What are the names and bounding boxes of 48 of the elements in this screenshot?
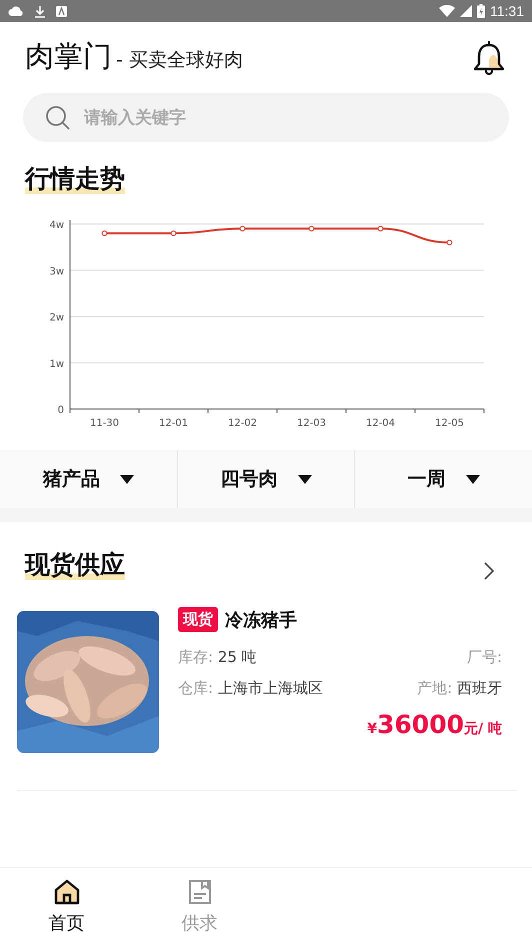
signal-icon bbox=[460, 5, 472, 17]
x-tick-label: 12-04 bbox=[366, 418, 396, 426]
clock: 11:31 bbox=[490, 3, 524, 19]
search-icon bbox=[45, 105, 71, 131]
warehouse-info: 仓库: 上海市上海城区 bbox=[178, 679, 323, 698]
document-icon bbox=[188, 879, 212, 905]
filter-dropdown[interactable]: 猪产品 bbox=[0, 450, 178, 508]
caret-icon bbox=[120, 474, 134, 484]
filter-dropdown[interactable]: 四号肉 bbox=[178, 450, 356, 508]
data-point bbox=[446, 240, 452, 246]
app-slogan: - 买卖全球好肉 bbox=[116, 48, 243, 73]
x-tick-label: 12-02 bbox=[228, 418, 258, 426]
x-tick-label: 12-01 bbox=[158, 418, 188, 426]
caret-icon bbox=[298, 474, 312, 484]
data-point bbox=[170, 230, 176, 236]
x-tick-label: 11-30 bbox=[90, 418, 120, 426]
caret-icon bbox=[466, 474, 480, 484]
y-tick-label: 1w bbox=[49, 358, 64, 370]
y-tick-label: 2w bbox=[49, 312, 64, 324]
data-point bbox=[102, 230, 108, 236]
battery-icon bbox=[477, 4, 485, 18]
cloud-icon bbox=[8, 5, 24, 17]
notification-bell-icon[interactable] bbox=[472, 40, 506, 78]
section-title: 行情走势 bbox=[25, 164, 125, 194]
stock-tag: 现货 bbox=[178, 607, 218, 632]
factory-number-label: 厂号: bbox=[466, 648, 502, 667]
filter-dropdown[interactable]: 一周 bbox=[355, 450, 532, 508]
x-tick-label: 12-03 bbox=[296, 418, 326, 426]
x-tick-label: 12-05 bbox=[434, 418, 464, 426]
y-tick-label: 0 bbox=[58, 405, 64, 416]
product-name: 冷冻猪手 bbox=[225, 608, 297, 632]
wifi-icon bbox=[439, 5, 455, 17]
data-point bbox=[378, 226, 384, 232]
chevron-right-icon[interactable] bbox=[484, 562, 494, 580]
home-icon bbox=[52, 879, 80, 905]
nav-tab[interactable]: 首页 bbox=[0, 868, 133, 946]
price: ¥36000元/ 吨 bbox=[366, 710, 502, 739]
download-icon bbox=[34, 4, 46, 18]
app-icon bbox=[56, 6, 67, 16]
section-title: 现货供应 bbox=[25, 550, 125, 580]
app-title: 肉掌门 bbox=[25, 38, 112, 75]
y-tick-label: 4w bbox=[49, 220, 64, 231]
y-tick-label: 3w bbox=[49, 266, 64, 278]
stock-info: 库存: 25 吨 bbox=[178, 648, 257, 667]
search-field[interactable]: 请输入关键字 bbox=[23, 93, 509, 142]
data-point bbox=[308, 226, 314, 232]
origin-info: 产地: 西班牙 bbox=[417, 679, 502, 698]
data-point bbox=[240, 226, 246, 232]
